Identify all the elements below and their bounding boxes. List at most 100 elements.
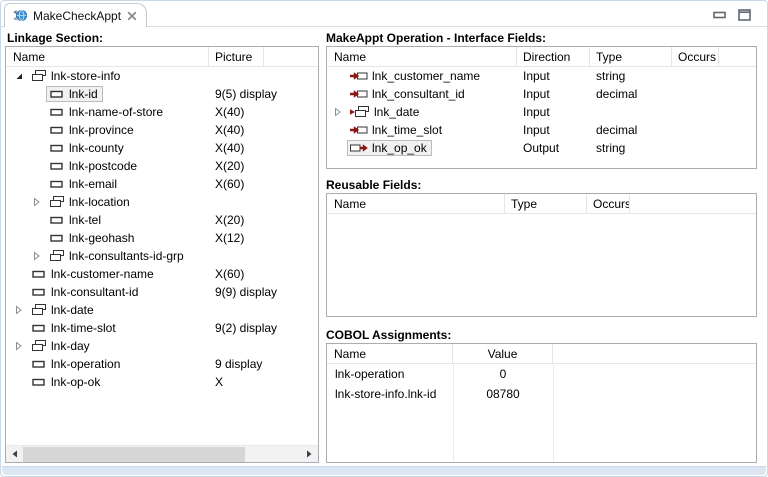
linkage-tree-row[interactable]: lnk-telX(20) bbox=[6, 211, 318, 229]
field-icon bbox=[49, 232, 65, 244]
tree-expand-icon[interactable] bbox=[14, 305, 28, 315]
interface-field-row[interactable]: lnk_customer_nameInputstring bbox=[327, 67, 756, 85]
linkage-tree-row[interactable]: lnk-op-okX bbox=[6, 373, 318, 391]
cell-box: lnk_consultant_id bbox=[347, 86, 470, 102]
linkage-tree-row[interactable]: lnk-emailX(60) bbox=[6, 175, 318, 193]
assignment-value: 08780 bbox=[453, 384, 553, 404]
editor-tab-bar: MakeCheckAppt bbox=[1, 1, 767, 27]
field-name: lnk_date bbox=[374, 105, 419, 119]
linkage-tree-row[interactable]: lnk-name-of-storeX(40) bbox=[6, 103, 318, 121]
scroll-right-button[interactable] bbox=[301, 446, 317, 462]
picture-value: X(40) bbox=[209, 139, 318, 157]
column-header[interactable]: Type bbox=[590, 47, 672, 66]
field-icon bbox=[49, 106, 65, 118]
field-icon bbox=[49, 88, 65, 100]
direction-value: Input bbox=[517, 121, 590, 139]
tree-expand-icon[interactable] bbox=[14, 341, 28, 351]
tree-expand-icon[interactable] bbox=[32, 197, 46, 207]
horizontal-scrollbar[interactable] bbox=[6, 445, 318, 462]
cobol-assignment-row[interactable]: lnk-operation0 bbox=[327, 364, 756, 384]
linkage-tree-row[interactable]: lnk-consultant-id9(9) display bbox=[6, 283, 318, 301]
picture-value: X(12) bbox=[209, 229, 318, 247]
picture-value bbox=[209, 337, 318, 355]
field-name: lnk-tel bbox=[69, 213, 101, 227]
name-cell: lnk-date bbox=[6, 301, 209, 319]
column-header[interactable]: Name bbox=[327, 194, 505, 213]
selected-cell-box: lnk-id bbox=[46, 86, 103, 102]
field-icon bbox=[31, 322, 47, 334]
picture-value bbox=[209, 67, 318, 85]
service-operation-icon bbox=[12, 8, 27, 23]
field-name: lnk_customer_name bbox=[372, 69, 480, 83]
struct-icon bbox=[49, 196, 65, 208]
scrollbar-thumb[interactable] bbox=[23, 447, 245, 462]
interface-field-row[interactable]: lnk_dateInput bbox=[327, 103, 756, 121]
interface-field-row[interactable]: lnk_op_okOutputstring bbox=[327, 139, 756, 157]
interface-field-row[interactable]: lnk_time_slotInputdecimal bbox=[327, 121, 756, 139]
maximize-button[interactable] bbox=[738, 9, 751, 21]
cobol-assignments-title: COBOL Assignments: bbox=[326, 328, 451, 342]
cell-box: lnk-postcode bbox=[46, 158, 142, 174]
field-name: lnk-county bbox=[69, 141, 124, 155]
tree-expand-icon[interactable] bbox=[14, 71, 28, 81]
field-name: lnk-op-ok bbox=[51, 375, 100, 389]
linkage-tree-row[interactable]: lnk-postcode X(20) bbox=[6, 157, 318, 175]
tree-expand-icon[interactable] bbox=[32, 251, 46, 261]
column-header[interactable]: Direction bbox=[517, 47, 590, 66]
column-header-filler bbox=[719, 47, 756, 66]
column-header[interactable]: Occurs bbox=[587, 194, 630, 213]
field-name: lnk-email bbox=[69, 177, 117, 191]
cell-box: lnk-day bbox=[28, 338, 95, 354]
occurs-value bbox=[672, 85, 719, 103]
input-param-icon bbox=[350, 124, 368, 136]
linkage-tree-row[interactable]: lnk-consultants-id-grp bbox=[6, 247, 318, 265]
column-header[interactable]: Name bbox=[327, 47, 517, 66]
cell-box: lnk-tel bbox=[46, 212, 106, 228]
field-name: lnk-postcode bbox=[69, 159, 137, 173]
picture-value: X(20) bbox=[209, 157, 318, 175]
direction-value: Input bbox=[517, 85, 590, 103]
scroll-left-button[interactable] bbox=[7, 446, 23, 462]
column-header[interactable]: Name bbox=[327, 344, 453, 363]
tab-makecheckappt[interactable]: MakeCheckAppt bbox=[4, 3, 147, 27]
field-name: lnk-consultants-id-grp bbox=[69, 249, 184, 263]
cell-box: lnk-operation bbox=[28, 356, 125, 372]
field-icon bbox=[49, 142, 65, 154]
linkage-tree-row[interactable]: lnk-geohashX(12) bbox=[6, 229, 318, 247]
name-cell: lnk-email bbox=[6, 175, 209, 193]
linkage-tree-row[interactable]: lnk-operation9 display bbox=[6, 355, 318, 373]
linkage-tree-row[interactable]: lnk-location bbox=[6, 193, 318, 211]
linkage-tree-row[interactable]: lnk-county X(40) bbox=[6, 139, 318, 157]
linkage-tree-row[interactable]: lnk-date bbox=[6, 301, 318, 319]
linkage-tree-row[interactable]: lnk-provinceX(40) bbox=[6, 121, 318, 139]
linkage-tree-row[interactable]: lnk-customer-nameX(60) bbox=[6, 265, 318, 283]
struct-icon bbox=[31, 304, 47, 316]
struct-icon bbox=[49, 250, 65, 262]
linkage-tree-row[interactable]: lnk-time-slot9(2) display bbox=[6, 319, 318, 337]
interface-field-row[interactable]: lnk_consultant_id Inputdecimal bbox=[327, 85, 756, 103]
column-header-filler bbox=[630, 194, 756, 213]
type-value bbox=[590, 103, 672, 121]
column-header[interactable]: Name bbox=[6, 47, 209, 66]
cell-box: lnk-op-ok bbox=[28, 374, 105, 390]
column-header[interactable]: Picture bbox=[209, 47, 264, 66]
minimize-button[interactable] bbox=[713, 11, 726, 19]
column-header[interactable]: Value bbox=[453, 344, 553, 363]
tab-close-icon[interactable] bbox=[127, 11, 137, 21]
tree-expand-icon[interactable] bbox=[333, 107, 347, 117]
input-param-icon bbox=[350, 70, 368, 82]
column-header[interactable]: Type bbox=[505, 194, 587, 213]
name-cell: lnk-postcode bbox=[6, 157, 209, 175]
linkage-tree-row[interactable]: lnk-store-info bbox=[6, 67, 318, 85]
type-value: decimal bbox=[590, 85, 672, 103]
picture-value: 9(5) display bbox=[209, 85, 318, 103]
field-name: lnk-location bbox=[69, 195, 130, 209]
column-header[interactable]: Occurs bbox=[672, 47, 719, 66]
tab-title: MakeCheckAppt bbox=[33, 9, 121, 23]
cell-box: lnk_date bbox=[347, 104, 424, 120]
linkage-tree-row[interactable]: lnk-day bbox=[6, 337, 318, 355]
linkage-tree-row[interactable]: lnk-id 9(5) display bbox=[6, 85, 318, 103]
cobol-assignment-row[interactable]: lnk-store-info.lnk-id08780 bbox=[327, 384, 756, 404]
input-struct-icon bbox=[350, 106, 370, 118]
empty-cell bbox=[553, 364, 756, 384]
